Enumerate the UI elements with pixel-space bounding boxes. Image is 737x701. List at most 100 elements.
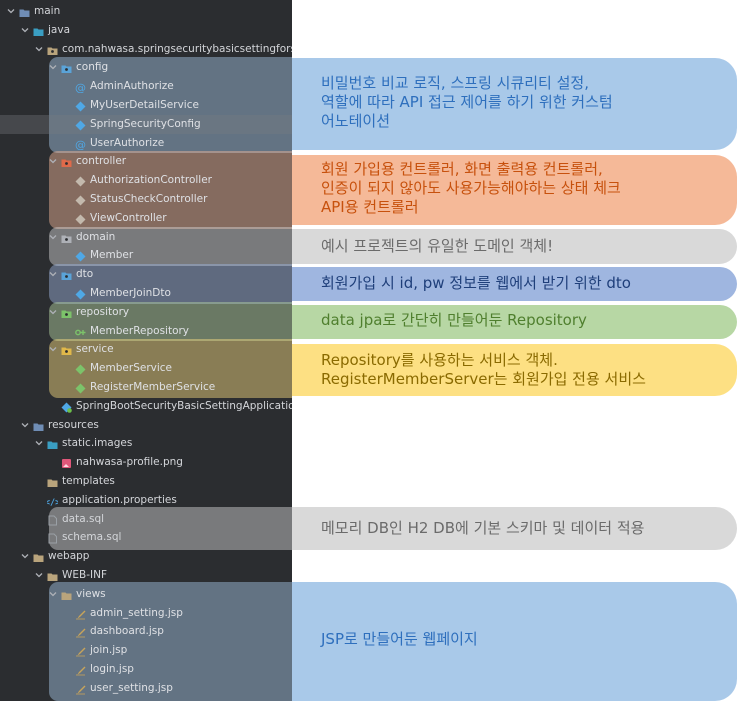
tree-row-label: webapp	[48, 550, 90, 563]
annotation-icon: @	[75, 138, 86, 151]
tree-row-label: SpringBootSecurityBasicSettingApplicatio…	[76, 399, 292, 412]
tree-row-label: dashboard.jsp	[90, 625, 164, 638]
tree-row[interactable]: join.jsp	[0, 641, 292, 660]
svg-text:</>: </>	[47, 498, 58, 507]
class-icon	[75, 213, 86, 225]
tree-row[interactable]: MemberService	[0, 359, 292, 378]
tree-row[interactable]: dashboard.jsp	[0, 622, 292, 641]
annotation-text: JSP로 만들어둔 웹페이지	[321, 630, 478, 648]
tree-row[interactable]: views	[0, 585, 292, 604]
tree-row[interactable]: static.images	[0, 434, 292, 453]
tree-row[interactable]: SpringBootSecurityBasicSettingApplicatio…	[0, 397, 292, 416]
tree-row-label: admin_setting.jsp	[90, 606, 183, 619]
tree-row-label: RegisterMemberService	[90, 381, 216, 393]
tree-row-label: com.nahwasa.springsecuritybasicsettingfo…	[62, 42, 292, 55]
tree-row[interactable]: user_setting.jsp	[0, 679, 292, 698]
tree-row[interactable]: webapp	[0, 547, 292, 566]
package-icon	[61, 307, 72, 318]
annotation-text: 어노테이션	[321, 112, 391, 130]
tree-row-label: service	[76, 343, 114, 356]
tree-row-label: views	[76, 587, 106, 600]
interface-icon	[75, 326, 86, 337]
annotation-text: 회원가입 시 id, pw 정보를 웹에서 받기 위한 dto	[321, 274, 631, 292]
tree-row[interactable]: RegisterMemberService	[0, 378, 292, 397]
sql-file-icon	[47, 514, 58, 526]
tree-row[interactable]: login.jsp	[0, 660, 292, 679]
class-icon	[75, 363, 86, 375]
annotation-text: RegisterMemberServer는 회원가입 전용 서비스	[321, 370, 646, 388]
tree-row-label: SpringSecurityConfig	[90, 117, 201, 130]
tree-row-label: schema.sql	[62, 531, 122, 544]
annotation-text: 인증이 되지 않아도 사용가능해야하는 상태 체크	[321, 179, 621, 197]
tree-row[interactable]: @ AdminAuthorize	[0, 77, 292, 96]
tree-row[interactable]: WEB-INF	[0, 566, 292, 585]
tree-row-label: login.jsp	[90, 663, 134, 675]
tree-row[interactable]: </> application.properties	[0, 491, 292, 510]
folder-icon	[33, 551, 44, 563]
tree-row-label: nahwasa-profile.png	[76, 456, 183, 469]
annotation-text: 비밀번호 비교 로직, 스프링 시큐리티 설정,	[321, 74, 589, 92]
annotation-text: data jpa로 간단히 만들어둔 Repository	[321, 311, 587, 329]
tree-row-label: StatusCheckController	[90, 193, 208, 205]
tree-row-label: MemberRepository	[90, 324, 190, 337]
tree-row-label: static.images	[62, 437, 133, 450]
class-icon	[75, 194, 86, 206]
tree-row-label: MyUserDetailService	[90, 99, 199, 111]
tree-row[interactable]: MyUserDetailService	[0, 96, 292, 115]
folder-icon	[61, 589, 72, 600]
tree-row[interactable]: MemberJoinDto	[0, 284, 292, 303]
tree-row[interactable]: Member	[0, 246, 292, 265]
tree-row[interactable]: MemberRepository	[0, 322, 292, 341]
jsp-file-icon	[75, 683, 86, 695]
tree-row[interactable]: nahwasa-profile.png	[0, 453, 292, 472]
tree-row-label: data.sql	[62, 512, 105, 525]
annotation-text: Repository를 사용하는 서비스 객체.	[321, 351, 558, 369]
image-file-icon	[61, 457, 72, 469]
tree-row-label: controller	[76, 155, 127, 168]
tree-row[interactable]: StatusCheckController	[0, 190, 292, 209]
tree-row[interactable]: java	[0, 21, 292, 40]
jsp-file-icon	[75, 608, 86, 619]
tree-row-label: config	[76, 61, 109, 74]
jsp-file-icon	[75, 626, 86, 638]
tree-row-label: dto	[76, 268, 94, 281]
properties-file-icon: </>	[45, 495, 60, 508]
tree-row-label: application.properties	[62, 493, 177, 506]
tree-row[interactable]: ViewController	[0, 209, 292, 228]
class-icon	[75, 250, 86, 262]
tree-row[interactable]: config	[0, 58, 292, 77]
spring-class-icon	[61, 401, 72, 413]
tree-row[interactable]: AuthorizationController	[0, 171, 292, 190]
tree-row-label: join.jsp	[90, 644, 128, 657]
tree-row[interactable]: data.sql	[0, 510, 292, 529]
annotation-icon: @	[75, 81, 86, 95]
svg-text:@: @	[75, 82, 86, 93]
tree-row[interactable]: resources	[0, 416, 292, 435]
tree-row[interactable]: dto	[0, 265, 292, 284]
tree-row[interactable]: controller	[0, 152, 292, 171]
tree-row[interactable]: schema.sql	[0, 528, 292, 547]
folder-icon	[19, 6, 30, 17]
package-icon	[61, 232, 72, 243]
tree-row-label: AdminAuthorize	[90, 80, 174, 93]
tree-row[interactable]: admin_setting.jsp	[0, 604, 292, 623]
tree-row-label: MemberJoinDto	[90, 287, 171, 299]
folder-icon	[47, 570, 58, 581]
class-icon	[75, 175, 86, 187]
folder-icon	[33, 25, 44, 36]
tree-row[interactable]: com.nahwasa.springsecuritybasicsettingfo…	[0, 40, 292, 59]
tree-row[interactable]: service	[0, 340, 292, 359]
tree-row[interactable]: @ UserAuthorize	[0, 134, 292, 153]
tree-row-label: AuthorizationController	[90, 174, 212, 187]
tree-row[interactable]: domain	[0, 228, 292, 247]
tree-row-label: templates	[62, 475, 115, 487]
tree-row[interactable]: repository	[0, 303, 292, 322]
svg-text:@: @	[75, 139, 86, 150]
tree-row[interactable]: templates	[0, 472, 292, 491]
class-icon	[75, 100, 86, 112]
tree-row-label: WEB-INF	[62, 569, 107, 581]
tree-row[interactable]: SpringSecurityConfig	[0, 114, 292, 134]
annotation-text: 회원 가입용 컨트롤러, 화면 출력용 컨트롤러,	[321, 160, 603, 178]
package-icon	[61, 62, 72, 74]
tree-row[interactable]: main	[0, 2, 292, 21]
